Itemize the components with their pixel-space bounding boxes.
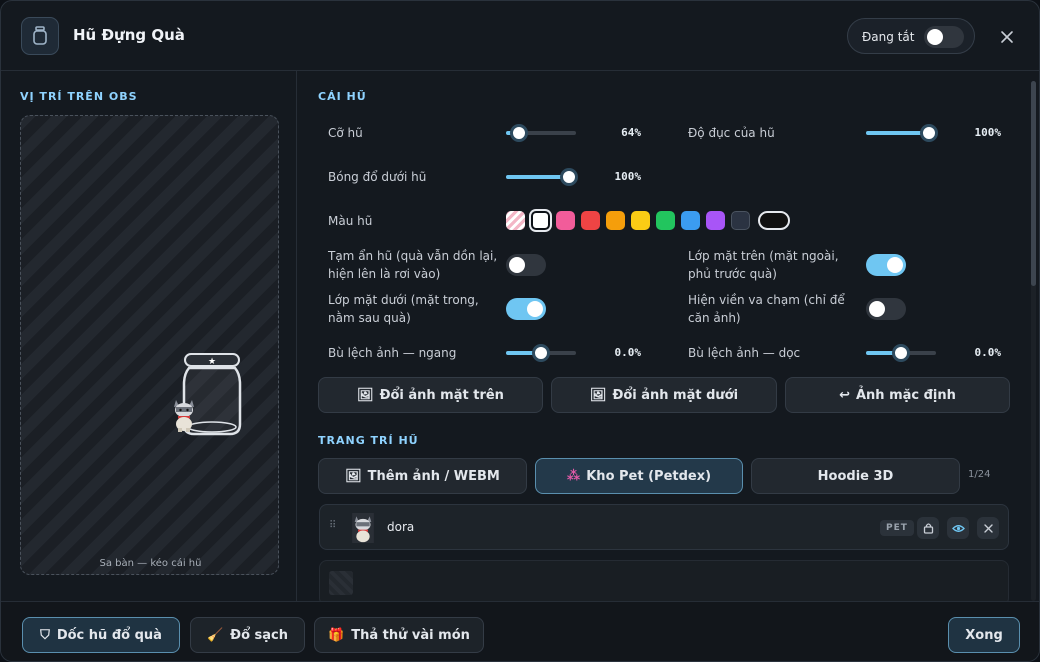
item-name: dora (387, 520, 415, 534)
broom-icon: 🧹 (206, 627, 224, 643)
offset-h-slider[interactable] (506, 344, 576, 362)
settings-panel: CÁI HŨ Cỡ hũ 64% Độ đục của hũ 100% Bóng… (298, 71, 1039, 601)
top-layer-label: Lớp mặt trên (mặt ngoài, phủ trước quà) (688, 249, 839, 281)
lock-icon[interactable] (917, 517, 939, 539)
offset-h-value: 0.0% (614, 346, 642, 359)
pour-icon: ⛉ (40, 627, 50, 643)
top-layer-toggle[interactable] (866, 254, 906, 276)
pour-jar-button[interactable]: ⛉ Dốc hũ đổ quà (22, 617, 180, 653)
offset-v-value: 0.0% (974, 346, 1002, 359)
clear-button[interactable]: 🧹 Đổ sạch (190, 617, 305, 653)
color-swatch[interactable] (556, 211, 575, 230)
svg-text:★: ★ (208, 357, 216, 367)
pet-thumbnail (352, 513, 374, 543)
hide-jar-label: Tạm ẩn hũ (quà vẫn dồn lại, hiện lên là r… (328, 249, 498, 281)
change-top-image-button[interactable]: 🖼 Đổi ảnh mặt trên (318, 377, 543, 413)
opacity-value: 100% (974, 126, 1002, 139)
color-swatch[interactable] (731, 211, 750, 230)
collision-label: Hiện viền va chạm (chỉ để căn ảnh) (688, 293, 845, 325)
drag-handle-icon[interactable]: ⠿ (329, 520, 336, 531)
offset-h-label: Bù lệch ảnh — ngang (328, 346, 457, 360)
color-label: Màu hũ (328, 214, 373, 228)
shadow-value: 100% (614, 170, 642, 183)
placeholder-thumbnail (329, 571, 353, 595)
decor-section-title: TRANG TRÍ HŨ (318, 434, 419, 447)
gift-jar-window: Hũ Đựng Quà Đang tắt VỊ TRÍ TRÊN OBS ★ S… (0, 0, 1040, 662)
tab-add-image[interactable]: 🖼 Thêm ảnh / WEBM (318, 458, 527, 494)
opacity-slider[interactable] (866, 124, 938, 142)
obs-sandbox[interactable]: ★ Sa bàn — kéo cái hũ (20, 115, 279, 575)
decor-count: 1/24 (968, 469, 991, 480)
bottom-layer-label: Lớp mặt dưới (mặt trong, nằm sau quà) (328, 293, 479, 325)
offset-v-slider[interactable] (866, 344, 936, 362)
test-drop-button[interactable]: 🎁 Thả thử vài món (314, 617, 484, 653)
done-button[interactable]: Xong (948, 617, 1020, 653)
obs-position-panel: VỊ TRÍ TRÊN OBS ★ Sa bàn — kéo cái hũ (1, 71, 297, 601)
window-header: Hũ Đựng Quà Đang tắt (1, 1, 1039, 71)
opacity-label: Độ đục của hũ (688, 126, 775, 140)
change-bottom-image-button[interactable]: 🖼 Đổi ảnh mặt dưới (551, 377, 777, 413)
color-swatch[interactable] (531, 211, 550, 230)
color-swatch[interactable] (581, 211, 600, 230)
status-toggle[interactable] (924, 26, 964, 48)
list-item-placeholder (319, 560, 1009, 601)
color-swatch[interactable] (631, 211, 650, 230)
gift-icon: 🎁 (328, 627, 345, 643)
image-icon: 🖼 (357, 387, 374, 403)
obs-position-title: VỊ TRÍ TRÊN OBS (20, 90, 138, 103)
collision-toggle[interactable] (866, 298, 906, 320)
color-swatch-none[interactable] (506, 211, 525, 230)
tab-pet-store[interactable]: ⁂ Kho Pet (Petdex) (535, 458, 743, 494)
color-swatch[interactable] (656, 211, 675, 230)
color-swatch[interactable] (606, 211, 625, 230)
shadow-label: Bóng đổ dưới hũ (328, 170, 427, 184)
tab-hoodie-3d[interactable]: Hoodie 3D (751, 458, 960, 494)
window-title: Hũ Đựng Quà (73, 26, 185, 44)
settings-scrollbar[interactable] (1031, 81, 1036, 601)
pet-badge: PET (880, 520, 914, 536)
jar-app-icon (21, 17, 59, 55)
shadow-slider[interactable] (506, 168, 578, 186)
size-value: 64% (621, 126, 641, 139)
size-slider[interactable] (506, 124, 576, 142)
bottom-layer-toggle[interactable] (506, 298, 546, 320)
size-label: Cỡ hũ (328, 126, 363, 140)
color-swatch[interactable] (681, 211, 700, 230)
offset-v-label: Bù lệch ảnh — dọc (688, 346, 801, 360)
sandbox-caption: Sa bàn — kéo cái hũ (99, 558, 202, 569)
window-footer: ⛉ Dốc hũ đổ quà 🧹 Đổ sạch 🎁 Thả thử vài món… (1, 601, 1039, 661)
hide-jar-toggle[interactable] (506, 254, 546, 276)
reset-icon: ↩ (839, 387, 850, 403)
list-item[interactable]: ⠿ dora PET (319, 504, 1009, 550)
pet-preview-icon (174, 400, 194, 432)
close-icon[interactable] (995, 25, 1019, 49)
jar-section-title: CÁI HŨ (318, 90, 367, 103)
image-icon: 🖼 (345, 468, 362, 484)
eye-icon[interactable] (947, 517, 969, 539)
status-toggle-pill[interactable]: Đang tắt (847, 18, 975, 54)
default-image-button[interactable]: ↩ Ảnh mặc định (785, 377, 1010, 413)
remove-icon[interactable] (977, 517, 999, 539)
paw-icon: ⁂ (566, 468, 581, 484)
image-icon: 🖼 (589, 387, 607, 403)
color-swatch[interactable] (706, 211, 725, 230)
status-label: Đang tắt (862, 30, 915, 44)
color-swatch-custom[interactable] (758, 211, 790, 230)
